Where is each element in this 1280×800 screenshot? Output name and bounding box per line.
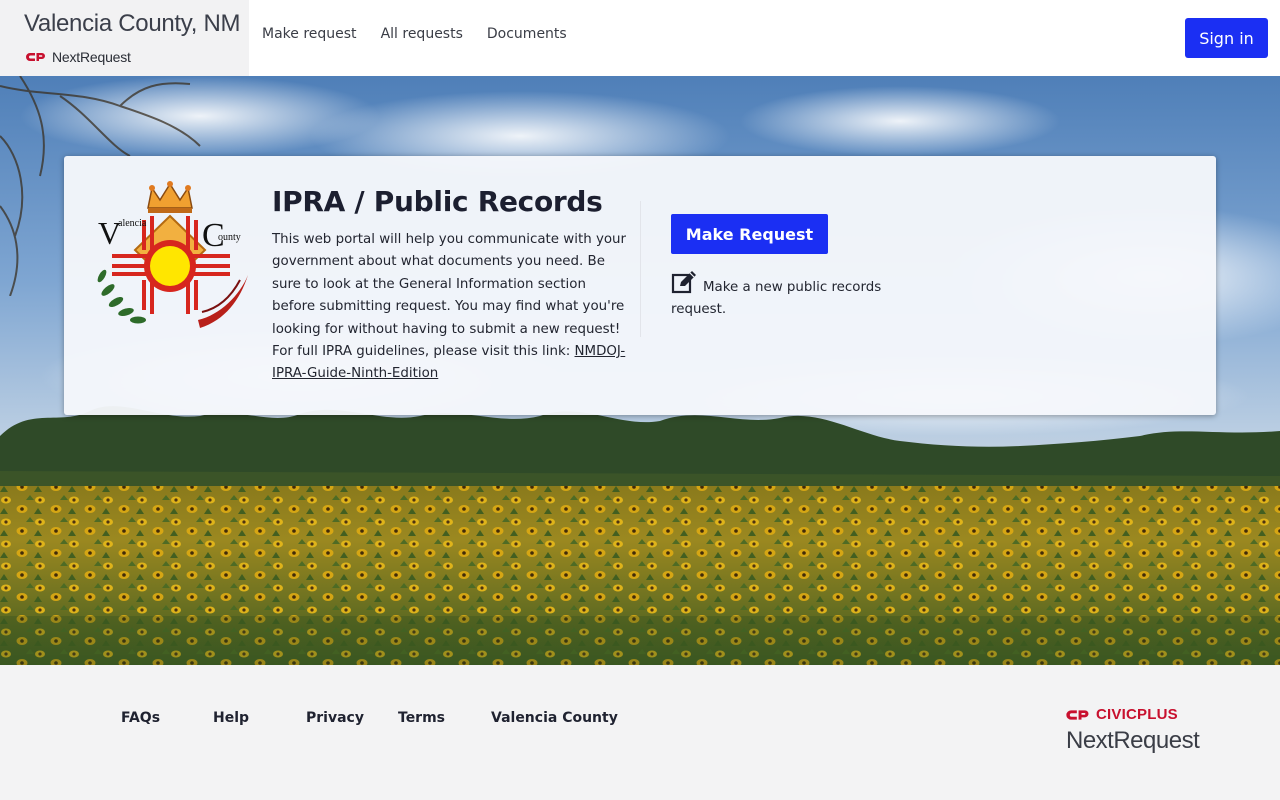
make-request-button[interactable]: Make Request (671, 214, 828, 254)
nextrequest-logo: NextRequest (26, 49, 131, 65)
main-nav: Make request All requests Documents (262, 26, 567, 42)
make-request-hint: Make a new public records request. (671, 270, 911, 322)
cp-logo-icon (26, 53, 45, 61)
civicplus-logo[interactable]: CIVICPLUS NextRequest (1066, 706, 1206, 755)
crown-icon (147, 181, 193, 213)
edit-icon (671, 271, 696, 294)
svg-text:ounty: ounty (218, 232, 241, 243)
civicplus-text: CIVICPLUS (1096, 706, 1178, 723)
nav-all-requests[interactable]: All requests (381, 26, 463, 42)
nav-documents[interactable]: Documents (487, 26, 567, 42)
hero-banner: V alencia C ounty IPRA / Public Records … (0, 76, 1280, 665)
footer-link-help[interactable]: Help (213, 710, 306, 726)
cp-logo-icon (1066, 709, 1089, 720)
intro-description-text: This web portal will help you communicat… (272, 232, 627, 360)
footer-link-privacy[interactable]: Privacy (306, 710, 398, 726)
county-name[interactable]: Valencia County, NM (24, 10, 240, 38)
sign-in-button[interactable]: Sign in (1185, 18, 1268, 58)
top-header: Valencia County, NM NextRequest Make req… (0, 0, 1280, 76)
footer-link-faqs[interactable]: FAQs (121, 710, 213, 726)
footer-nextrequest-text: NextRequest (1066, 727, 1200, 754)
make-request-hint-text: Make a new public records request. (671, 280, 882, 318)
nav-make-request[interactable]: Make request (262, 26, 357, 42)
intro-description: This web portal will help you communicat… (272, 229, 632, 386)
footer-link-valencia-county[interactable]: Valencia County (491, 710, 621, 726)
civicplus-row: CIVICPLUS (1066, 706, 1206, 723)
svg-text:alencia: alencia (118, 218, 147, 229)
footer-links: FAQs Help Privacy Terms Valencia County (121, 710, 621, 726)
intro-card: V alencia C ounty IPRA / Public Records … (64, 156, 1216, 415)
footer-link-terms[interactable]: Terms (398, 710, 491, 726)
page-footer: FAQs Help Privacy Terms Valencia County … (0, 665, 1280, 800)
county-seal-image: V alencia C ounty (97, 181, 248, 328)
card-divider (640, 201, 641, 337)
nextrequest-logo-text: NextRequest (52, 49, 131, 65)
page-title: IPRA / Public Records (272, 185, 603, 218)
brand-box[interactable]: Valencia County, NM NextRequest (0, 0, 249, 76)
